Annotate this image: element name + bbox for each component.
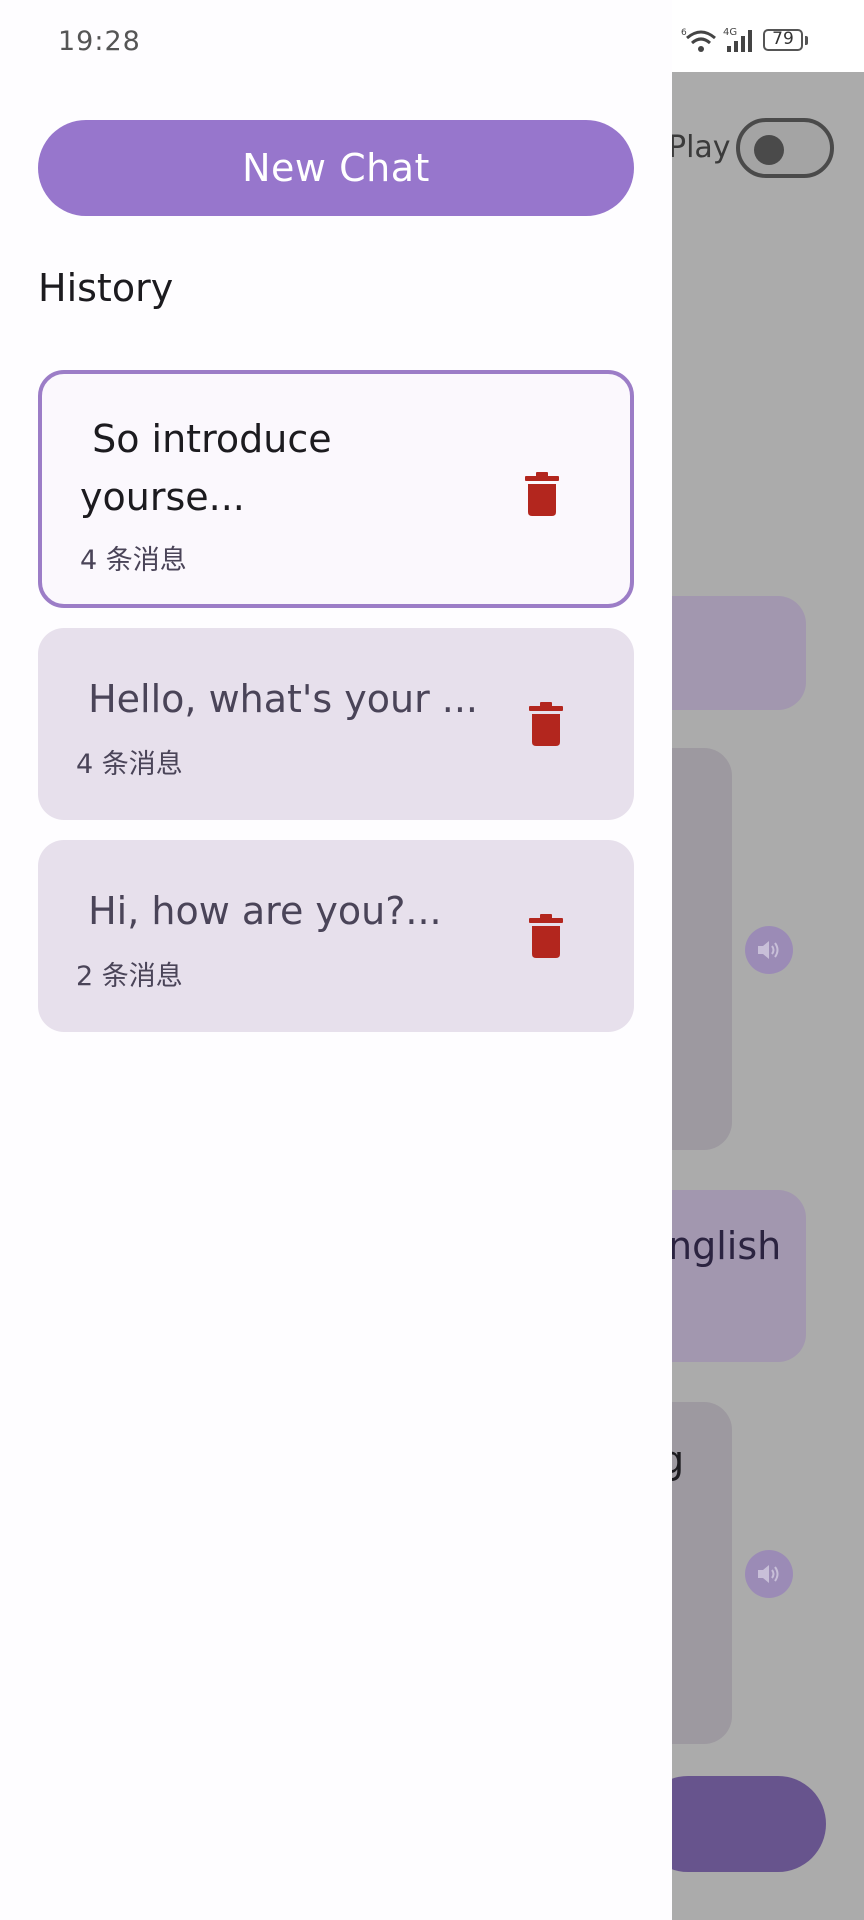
autoplay-toggle[interactable] xyxy=(736,118,834,178)
speaker-icon xyxy=(758,941,779,959)
bubble-text-fragment: nglish xyxy=(668,1224,782,1268)
speaker-button[interactable] xyxy=(745,926,793,974)
network-label: 4G xyxy=(723,27,737,38)
status-time: 19:28 xyxy=(58,26,141,57)
history-item-count: 2 条消息 xyxy=(76,961,183,992)
new-chat-button[interactable]: New Chat xyxy=(38,120,634,216)
trash-icon xyxy=(525,472,559,516)
autoplay-label: Play xyxy=(668,130,731,165)
history-item[interactable]: Hi, how are you?... 2 条消息 xyxy=(38,840,634,1032)
history-list: So introduce yourse... 4 条消息 Hello, what… xyxy=(38,370,634,1052)
history-item-title: So introduce yourse... xyxy=(80,417,332,519)
history-item[interactable]: Hello, what's your ... 4 条消息 xyxy=(38,628,634,820)
toggle-knob xyxy=(754,135,784,165)
trash-icon xyxy=(529,702,563,746)
wifi-icon: 6 xyxy=(681,28,716,52)
delete-button[interactable] xyxy=(526,912,566,960)
delete-button[interactable] xyxy=(522,470,562,518)
delete-button[interactable] xyxy=(526,700,566,748)
trash-icon xyxy=(529,914,563,958)
battery-icon: 79 xyxy=(763,29,808,51)
svg-text:6: 6 xyxy=(681,28,687,38)
speaker-icon xyxy=(758,1565,779,1583)
history-item-title: Hi, how are you?... xyxy=(76,889,442,933)
speaker-button[interactable] xyxy=(745,1550,793,1598)
status-icons: 6 4G 79 xyxy=(681,26,808,54)
history-item-title: Hello, what's your ... xyxy=(76,677,479,721)
battery-level: 79 xyxy=(763,29,803,51)
history-item-count: 4 条消息 xyxy=(76,749,183,780)
history-item[interactable]: So introduce yourse... 4 条消息 xyxy=(38,370,634,608)
signal-icon: 4G xyxy=(723,27,752,52)
history-item-count: 4 条消息 xyxy=(80,545,187,576)
navigation-drawer: 19:28 New Chat History So introduce your… xyxy=(0,0,672,1920)
history-heading: History xyxy=(38,266,174,310)
